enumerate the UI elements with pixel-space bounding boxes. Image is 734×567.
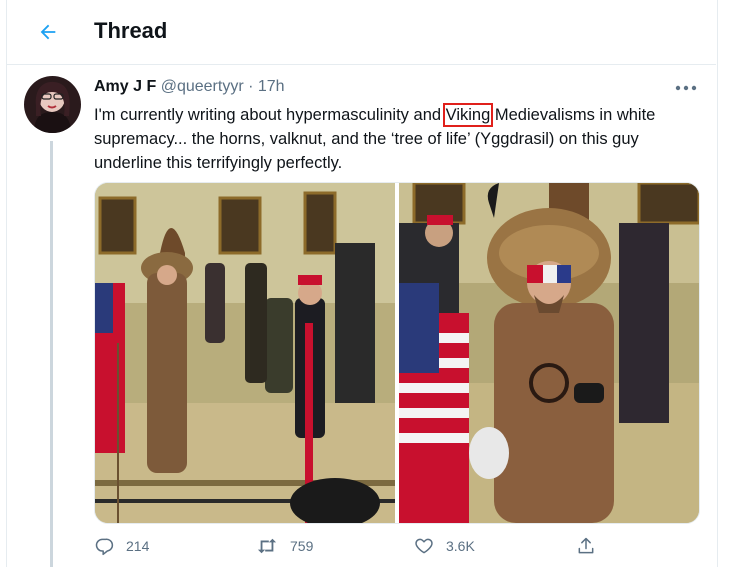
author-handle[interactable]: @queertyyr	[161, 78, 244, 95]
heart-icon	[415, 538, 433, 554]
tweet-timestamp[interactable]: 17h	[258, 78, 285, 95]
tweet-text: I'm currently writing about hypermasculi…	[94, 103, 704, 175]
thread-connector-line	[50, 141, 53, 567]
page-title: Thread	[94, 18, 168, 43]
photo-right[interactable]	[399, 183, 699, 523]
retweet-icon	[257, 538, 277, 554]
back-button[interactable]	[30, 14, 66, 50]
reply-button[interactable]: 214	[94, 532, 149, 560]
more-options-button[interactable]	[672, 80, 700, 96]
like-count: 3.6K	[446, 538, 475, 554]
tweet-actions: 214 759 3.6K	[94, 532, 614, 560]
retweet-count: 759	[290, 538, 314, 554]
tweet-text-part: I'm currently writing about hypermasculi…	[94, 106, 446, 124]
more-dots-icon	[675, 85, 697, 91]
share-icon	[578, 537, 594, 554]
tweet-meta: Amy J F @queertyyr · 17h	[94, 78, 285, 96]
retweet-button[interactable]: 759	[256, 532, 313, 560]
arrow-left-icon	[40, 24, 56, 40]
share-button[interactable]	[576, 532, 596, 560]
meta-separator: ·	[248, 78, 254, 95]
reply-count: 214	[126, 538, 150, 554]
like-button[interactable]: 3.6K	[414, 532, 475, 560]
avatar[interactable]	[24, 76, 81, 133]
highlighted-word: Viking	[442, 103, 494, 127]
header-bar: Thread	[6, 0, 716, 65]
reply-bubble-icon	[95, 538, 114, 556]
photo-left[interactable]	[95, 183, 395, 523]
tweet-media	[94, 182, 700, 524]
author-name[interactable]: Amy J F	[94, 78, 156, 95]
